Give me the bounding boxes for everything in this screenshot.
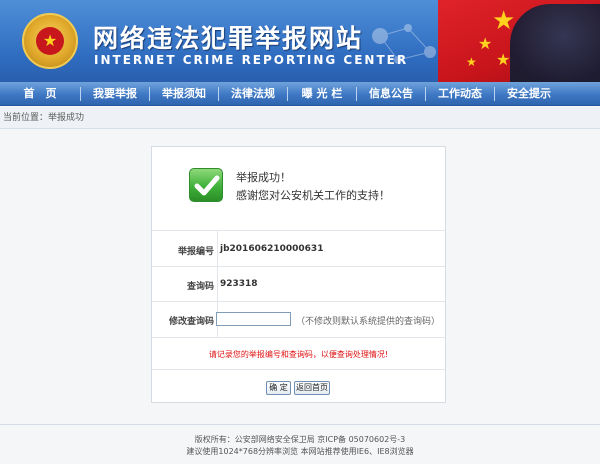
star-icon: ★ — [496, 50, 511, 69]
nav-item-instructions[interactable]: 举报须知 — [150, 82, 218, 106]
return-home-button[interactable]: 返回首页 — [294, 381, 330, 395]
report-number-value: jb201606210000631 — [220, 244, 324, 254]
main-nav: 首 页 我要举报 举报须知 法律法规 曝 光 栏 信息公告 工作动态 安全提示 — [0, 82, 600, 106]
site-title: 网络违法犯罪举报网站 — [93, 24, 364, 53]
success-panel: 举报成功！ 感谢您对公安机关工作的支持！ — [152, 147, 445, 231]
modify-query-code-row: 修改查询码 （不修改则默认系统提供的查询码） — [152, 302, 445, 338]
nav-item-security-tips[interactable]: 安全提示 — [495, 82, 563, 106]
result-card: 举报成功！ 感谢您对公安机关工作的支持！ 举报编号 jb201606210000… — [151, 146, 446, 403]
report-number-label: 举报编号 — [177, 247, 214, 257]
modify-query-code-input[interactable] — [216, 312, 291, 326]
row-divider — [217, 267, 218, 301]
nav-item-news[interactable]: 工作动态 — [426, 82, 494, 106]
nav-item-report[interactable]: 我要举报 — [81, 82, 149, 106]
query-code-value: 923318 — [220, 279, 258, 289]
success-title: 举报成功！ — [236, 171, 291, 184]
page: ★ ★ ★ ★ ★ 网络违法犯罪举报网站 INTERNET CRIME REPO… — [0, 0, 600, 464]
confirm-button[interactable]: 确 定 — [266, 381, 291, 395]
footer-copyright: 版权所有：公安部网络安全保卫局 京ICP备 05070602号-3 — [194, 435, 406, 444]
warning-row: 请记录您的举报编号和查询码，以便查询处理情况! — [152, 338, 445, 370]
row-divider — [217, 231, 218, 266]
button-row: 确 定 返回首页 — [152, 370, 445, 402]
report-number-row: 举报编号 jb201606210000631 — [152, 231, 445, 267]
nav-item-exposure[interactable]: 曝 光 栏 — [288, 82, 356, 106]
query-code-label: 查询码 — [186, 282, 214, 292]
modify-query-code-note: （不修改则默认系统提供的查询码） — [296, 317, 441, 327]
query-code-row: 查询码 923318 — [152, 267, 445, 302]
emblem-star-icon: ★ — [36, 27, 64, 55]
footer-divider — [0, 424, 600, 425]
warning-text: 请记录您的举报编号和查询码，以便查询处理情况! — [208, 350, 389, 359]
success-message: 感谢您对公安机关工作的支持！ — [236, 189, 390, 202]
police-emblem-icon: ★ — [22, 13, 78, 69]
site-footer: 版权所有：公安部网络安全保卫局 京ICP备 05070602号-3 建议使用10… — [0, 434, 600, 458]
nav-item-laws[interactable]: 法律法规 — [219, 82, 287, 106]
footer-browser-note: 建议使用1024*768分辨率浏览 本网站推荐使用IE6、IE8浏览器 — [186, 447, 414, 456]
site-subtitle: INTERNET CRIME REPORTING CENTER — [94, 53, 409, 67]
star-icon: ★ — [466, 55, 477, 69]
star-icon: ★ — [478, 34, 493, 53]
modify-query-code-label: 修改查询码 — [168, 317, 214, 327]
nav-item-announcements[interactable]: 信息公告 — [357, 82, 425, 106]
nav-item-home[interactable]: 首 页 — [0, 82, 80, 106]
checkmark-icon — [189, 168, 223, 202]
site-header: ★ ★ ★ ★ ★ 网络违法犯罪举报网站 INTERNET CRIME REPO… — [0, 0, 600, 82]
breadcrumb: 当前位置：举报成功 — [0, 107, 600, 129]
police-officers-graphic — [510, 4, 600, 82]
